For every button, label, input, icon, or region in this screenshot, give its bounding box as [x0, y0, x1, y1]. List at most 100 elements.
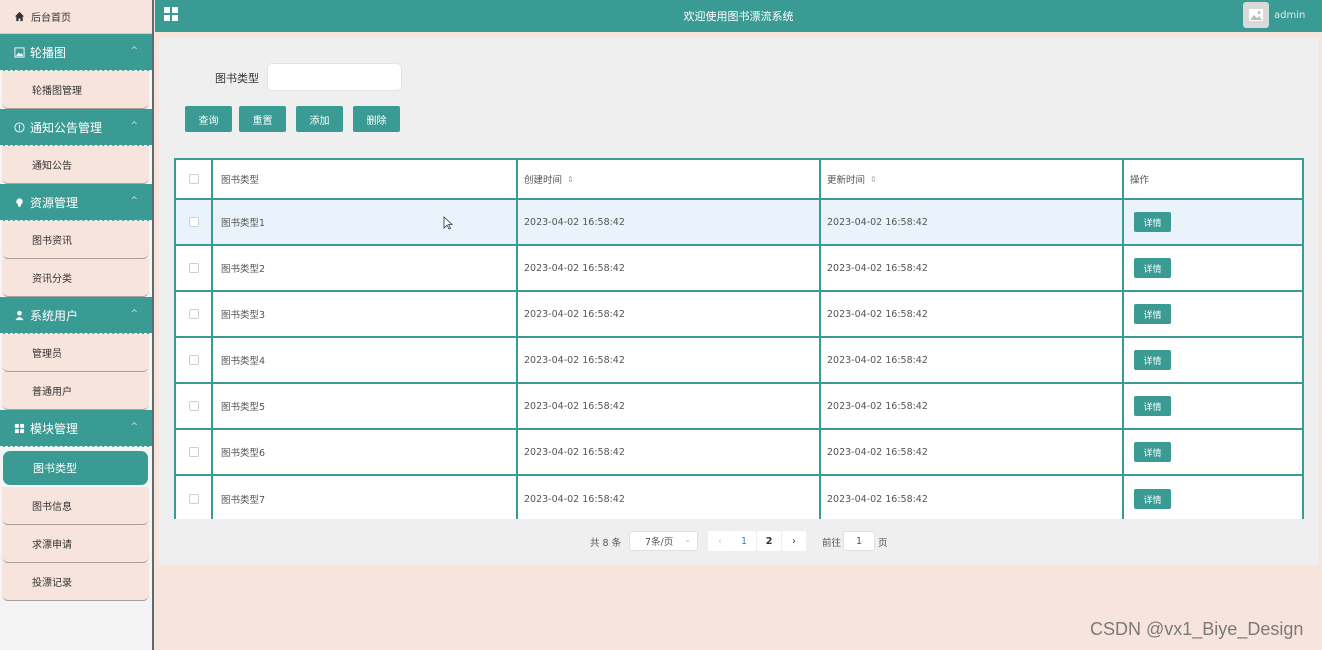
- detail-button[interactable]: 详情: [1134, 442, 1171, 462]
- header-created[interactable]: 创建时间 ⇕: [516, 160, 819, 198]
- table-row[interactable]: 图书类型6 2023-04-02 16:58:42 2023-04-02 16:…: [174, 430, 1304, 476]
- cell-type: 图书类型6: [211, 430, 516, 474]
- sidebar-item-normal-user[interactable]: 普通用户: [2, 372, 149, 410]
- user-icon: [15, 310, 24, 320]
- cell-action: 详情: [1122, 476, 1304, 519]
- cell-created: 2023-04-02 16:58:42: [516, 200, 819, 244]
- goto-page-input[interactable]: 1: [843, 531, 875, 551]
- cell-created: 2023-04-02 16:58:42: [516, 246, 819, 290]
- sidebar-item-drift-request[interactable]: 求漂申请: [2, 525, 149, 563]
- home-icon: [14, 11, 25, 22]
- sidebar-item-label: 求漂申请: [32, 540, 72, 551]
- sidebar-item-book-info[interactable]: 图书信息: [2, 487, 149, 525]
- query-button[interactable]: 查询: [185, 106, 232, 132]
- detail-button[interactable]: 详情: [1134, 258, 1171, 278]
- table-row[interactable]: 图书类型3 2023-04-02 16:58:42 2023-04-02 16:…: [174, 292, 1304, 338]
- sidebar-item-label: 后台首页: [31, 13, 71, 24]
- header-updated[interactable]: 更新时间 ⇕: [819, 160, 1122, 198]
- page-title: 欢迎使用图书漂流系统: [683, 10, 794, 23]
- header-created-label: 创建时间: [524, 175, 563, 186]
- row-checkbox[interactable]: [188, 494, 199, 504]
- image-icon: [14, 46, 25, 58]
- chevron-up-icon: ^: [130, 121, 138, 131]
- cell-type: 图书类型1: [211, 200, 516, 244]
- select-all-checkbox[interactable]: [188, 174, 199, 184]
- page-button-2[interactable]: 2: [757, 531, 781, 551]
- sidebar-item-notice[interactable]: 通知公告: [2, 146, 149, 184]
- row-checkbox[interactable]: [188, 217, 199, 227]
- cell-type: 图书类型5: [211, 384, 516, 428]
- cell-updated: 2023-04-02 16:58:42: [819, 476, 1122, 519]
- sidebar-item-drift-record[interactable]: 投漂记录: [2, 563, 149, 601]
- avatar[interactable]: [1243, 2, 1269, 28]
- chevron-right-icon: ›: [792, 535, 796, 547]
- header-updated-label: 更新时间: [827, 175, 866, 186]
- sidebar-item-book-type[interactable]: 图书类型: [3, 451, 148, 485]
- username[interactable]: admin: [1274, 10, 1305, 21]
- sidebar-group-modules[interactable]: 模块管理 ^: [0, 410, 152, 447]
- cell-created: 2023-04-02 16:58:42: [516, 476, 819, 519]
- sort-icon[interactable]: ⇕: [567, 175, 574, 184]
- chevron-up-icon: ^: [130, 422, 138, 432]
- top-header: 欢迎使用图书漂流系统 admin: [155, 0, 1322, 32]
- sort-icon[interactable]: ⇕: [870, 175, 877, 184]
- sidebar-item-admin[interactable]: 管理员: [2, 334, 149, 372]
- row-checkbox[interactable]: [188, 263, 199, 273]
- chevron-up-icon: ^: [130, 46, 138, 56]
- row-checkbox[interactable]: [188, 309, 199, 319]
- sidebar-item-home[interactable]: 后台首页: [0, 0, 152, 34]
- sidebar-group-label: 系统用户: [30, 308, 79, 323]
- table-row[interactable]: 图书类型7 2023-04-02 16:58:42 2023-04-02 16:…: [174, 476, 1304, 519]
- detail-button[interactable]: 详情: [1134, 304, 1171, 324]
- cell-action: 详情: [1122, 292, 1304, 336]
- page-size-select[interactable]: 7条/页 ⌄: [629, 531, 698, 551]
- row-checkbox[interactable]: [188, 355, 199, 365]
- cursor-icon: [443, 216, 453, 230]
- grid-icon: [14, 423, 25, 433]
- watermark: CSDN @vx1_Biye_Design: [1090, 619, 1304, 639]
- table-row[interactable]: 图书类型1 2023-04-02 16:58:42 2023-04-02 16:…: [174, 200, 1304, 246]
- cell-action: 详情: [1122, 246, 1304, 290]
- sidebar-group-resource[interactable]: 资源管理 ^: [0, 184, 152, 221]
- sidebar-item-book-news[interactable]: 图书资讯: [2, 221, 149, 259]
- table-row[interactable]: 图书类型2 2023-04-02 16:58:42 2023-04-02 16:…: [174, 246, 1304, 292]
- row-checkbox-cell: [174, 246, 211, 290]
- row-checkbox[interactable]: [188, 401, 199, 411]
- page-button-1[interactable]: 1: [732, 531, 756, 551]
- sidebar-item-label: 图书信息: [32, 502, 72, 513]
- next-page-button[interactable]: ›: [782, 531, 806, 551]
- sidebar-group-users[interactable]: 系统用户 ^: [0, 297, 152, 334]
- sidebar-item-carousel-manage[interactable]: 轮播图管理: [2, 71, 149, 109]
- sidebar-item-news-category[interactable]: 资讯分类: [2, 259, 149, 297]
- sidebar-item-label: 普通用户: [32, 387, 72, 398]
- data-table: 图书类型 创建时间 ⇕ 更新时间 ⇕ 操作 图书类型1 2023-04-02 1…: [174, 158, 1304, 519]
- chevron-up-icon: ^: [130, 196, 138, 206]
- info-circle-icon: [14, 121, 25, 133]
- sidebar: 后台首页 轮播图 ^ 轮播图管理 通知公告管理 ^ 通知公告 资源管理 ^ 图书…: [0, 0, 154, 650]
- sidebar-group-notice[interactable]: 通知公告管理 ^: [0, 109, 152, 146]
- sidebar-group-carousel[interactable]: 轮播图 ^: [0, 34, 152, 71]
- detail-button[interactable]: 详情: [1134, 212, 1171, 232]
- header-type-label: 图书类型: [221, 175, 260, 186]
- sidebar-item-label: 管理员: [32, 349, 62, 360]
- image-avatar-icon: [1249, 9, 1263, 21]
- search-input[interactable]: [267, 63, 402, 91]
- row-checkbox-cell: [174, 476, 211, 519]
- table-row[interactable]: 图书类型5 2023-04-02 16:58:42 2023-04-02 16:…: [174, 384, 1304, 430]
- table-row[interactable]: 图书类型4 2023-04-02 16:58:42 2023-04-02 16:…: [174, 338, 1304, 384]
- delete-button[interactable]: 删除: [353, 106, 400, 132]
- prev-page-button[interactable]: ‹: [708, 531, 732, 551]
- header-type: 图书类型: [211, 160, 516, 198]
- cell-type: 图书类型2: [211, 246, 516, 290]
- reset-button[interactable]: 重置: [239, 106, 286, 132]
- add-button[interactable]: 添加: [296, 106, 343, 132]
- detail-button[interactable]: 详情: [1134, 396, 1171, 416]
- detail-button[interactable]: 详情: [1134, 350, 1171, 370]
- cell-updated: 2023-04-02 16:58:42: [819, 384, 1122, 428]
- sidebar-item-label: 图书资讯: [32, 236, 72, 247]
- cell-action: 详情: [1122, 338, 1304, 382]
- detail-button[interactable]: 详情: [1134, 489, 1171, 509]
- sidebar-group-label: 通知公告管理: [30, 120, 103, 135]
- row-checkbox[interactable]: [188, 447, 199, 457]
- cell-type: 图书类型3: [211, 292, 516, 336]
